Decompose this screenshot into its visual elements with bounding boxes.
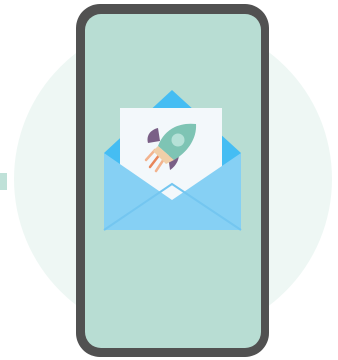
rocket-window-icon — [171, 133, 185, 147]
email-illustration — [0, 0, 338, 360]
envelope-rocket-icon — [103, 90, 242, 231]
